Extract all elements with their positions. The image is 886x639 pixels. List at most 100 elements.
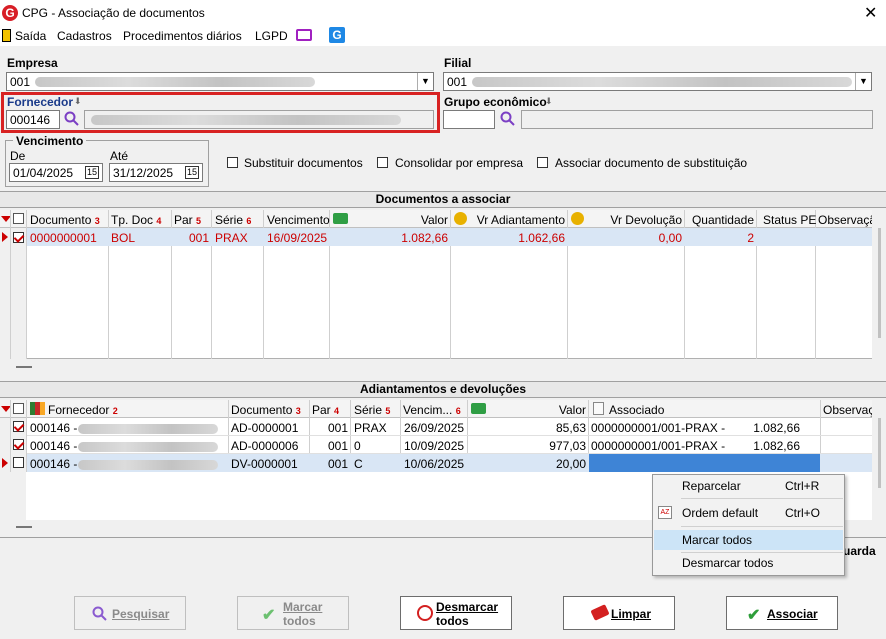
date-ate-input[interactable]: 31/12/2025 15	[109, 163, 203, 182]
col-documento[interactable]: Documento 3	[231, 403, 301, 417]
desmarcar-todos-button[interactable]: Desmarcar todos	[400, 596, 512, 630]
g-icon[interactable]: G	[329, 27, 345, 43]
monitor-icon[interactable]	[296, 29, 312, 41]
col-serie[interactable]: Série 5	[354, 403, 390, 417]
exit-icon	[2, 29, 11, 42]
col-observacao[interactable]: Observaçã	[818, 213, 876, 227]
associado-edit-cell[interactable]	[589, 454, 820, 472]
col-tpdoc[interactable]: Tp. Doc 4	[111, 213, 161, 227]
supplier-icon	[30, 402, 45, 415]
cell-tpdoc: BOL	[111, 231, 136, 245]
pesquisar-button[interactable]: Pesquisar	[74, 596, 186, 630]
substituir-checkbox[interactable]	[227, 157, 238, 168]
col-serie[interactable]: Série 6	[215, 213, 251, 227]
check-icon: ✔	[262, 607, 276, 624]
partial-label: uarda	[843, 544, 876, 558]
cell-vencimento: 16/09/2025	[267, 231, 328, 245]
col-vr-adiantamento[interactable]: Vr Adiantamento	[470, 213, 565, 227]
chevron-down-icon[interactable]: ▼	[417, 73, 433, 90]
de-label: De	[10, 149, 26, 163]
col-observacao[interactable]: Observaç	[823, 403, 874, 417]
row-checkbox[interactable]	[13, 421, 24, 432]
empresa-select[interactable]: 001 ▼	[6, 72, 434, 91]
close-icon[interactable]: ✕	[864, 3, 877, 23]
docs-hscroll[interactable]	[0, 359, 886, 374]
fornecedor-code-input[interactable]: 000146	[6, 110, 60, 129]
hscroll-thumb[interactable]	[16, 526, 32, 528]
cell-valor: 1.082,66	[401, 231, 448, 245]
menu-saida[interactable]: Saída	[15, 29, 46, 43]
cell-par: 001	[327, 439, 348, 453]
cell-fornecedor: 000146 -	[30, 457, 78, 471]
fornecedor-label: Fornecedor	[7, 95, 74, 109]
chevron-down-icon[interactable]: ▼	[855, 73, 871, 90]
marcar-todos-button[interactable]: ✔ Marcar todos	[237, 596, 349, 630]
search-icon[interactable]	[500, 111, 516, 127]
col-vencim[interactable]: Vencim... 6	[403, 403, 461, 417]
cell-valor: 85,63	[555, 421, 586, 435]
document-icon	[593, 402, 604, 415]
calendar-icon[interactable]: 15	[84, 166, 99, 179]
menu-item-ordem-default[interactable]: AZ Ordem default Ctrl+O	[653, 503, 844, 523]
menu-cadastros[interactable]: Cadastros	[57, 29, 112, 43]
col-fornecedor[interactable]: Fornecedor 2	[48, 403, 118, 417]
cell-documento: DV-0000001	[231, 457, 298, 471]
check-icon: ✔	[747, 607, 761, 624]
cell-par: 001	[327, 421, 348, 435]
menu-item-desmarcar-todos[interactable]: Desmarcar todos	[653, 553, 844, 573]
consolidar-label: Consolidar por empresa	[395, 156, 524, 170]
row-checkbox[interactable]	[13, 439, 24, 450]
date-de-value: 01/04/2025	[13, 166, 74, 180]
row-checkbox[interactable]	[13, 232, 24, 243]
col-valor[interactable]: Valor	[400, 213, 448, 227]
redacted-text	[35, 77, 315, 87]
grupo-name-field	[521, 110, 873, 129]
hscroll-thumb[interactable]	[16, 366, 32, 368]
pin-icon: ⬇	[74, 96, 82, 106]
col-par[interactable]: Par 5	[174, 213, 201, 227]
col-status-pe[interactable]: Status PE	[763, 213, 816, 227]
cell-valor: 20,00	[555, 457, 586, 471]
adiant-section-title: Adiantamentos e devoluções	[0, 381, 886, 398]
col-documento[interactable]: Documento 3	[30, 213, 100, 227]
cell-serie: C	[354, 457, 363, 471]
cell-valor: 977,03	[549, 439, 586, 453]
cell-assoc-valor: 1.082,66	[753, 421, 800, 435]
coins-icon	[571, 212, 584, 225]
menu-procedimentos[interactable]: Procedimentos diários	[123, 29, 242, 43]
select-all-checkbox[interactable]	[13, 213, 24, 224]
cell-vencim: 26/09/2025	[404, 421, 465, 435]
col-par[interactable]: Par 4	[312, 403, 339, 417]
col-quantidade[interactable]: Quantidade	[688, 213, 754, 227]
associar-sub-label: Associar documento de substituição	[555, 156, 748, 170]
row-checkbox[interactable]	[13, 457, 24, 468]
calendar-icon[interactable]: 15	[184, 166, 199, 179]
associar-sub-checkbox[interactable]	[537, 157, 548, 168]
associar-button[interactable]: ✔ Associar	[726, 596, 838, 630]
filial-select[interactable]: 001 ▼	[443, 72, 872, 91]
cell-documento: AD-0000001	[231, 421, 299, 435]
limpar-button[interactable]: Limpar	[563, 596, 675, 630]
scrollbar-thumb[interactable]	[878, 228, 881, 338]
redacted-text	[78, 460, 218, 470]
date-de-input[interactable]: 01/04/2025 15	[9, 163, 103, 182]
col-valor[interactable]: Valor	[540, 403, 586, 417]
menu-item-reparcelar[interactable]: Reparcelar Ctrl+R	[653, 476, 844, 496]
menu-item-marcar-todos[interactable]: Marcar todos	[654, 530, 843, 550]
col-vencimento[interactable]: Vencimento	[267, 213, 330, 227]
col-associado[interactable]: Associado	[609, 403, 664, 417]
menu-lgpd[interactable]: LGPD	[255, 29, 288, 43]
search-icon	[92, 606, 107, 621]
menu-separator	[681, 526, 843, 527]
search-icon[interactable]	[64, 111, 80, 127]
cell-quantidade: 2	[747, 231, 754, 245]
scrollbar-thumb[interactable]	[878, 418, 881, 488]
consolidar-checkbox[interactable]	[377, 157, 388, 168]
grupo-code-input[interactable]	[443, 110, 495, 129]
cell-fornecedor: 000146 -	[30, 421, 78, 435]
col-vr-devolucao[interactable]: Vr Devolução	[590, 213, 682, 227]
select-all-checkbox[interactable]	[13, 403, 24, 414]
cell-par: 001	[327, 457, 348, 471]
cell-serie: PRAX	[354, 421, 387, 435]
cell-associado: 0000000001/001-PRAX -	[591, 421, 726, 435]
